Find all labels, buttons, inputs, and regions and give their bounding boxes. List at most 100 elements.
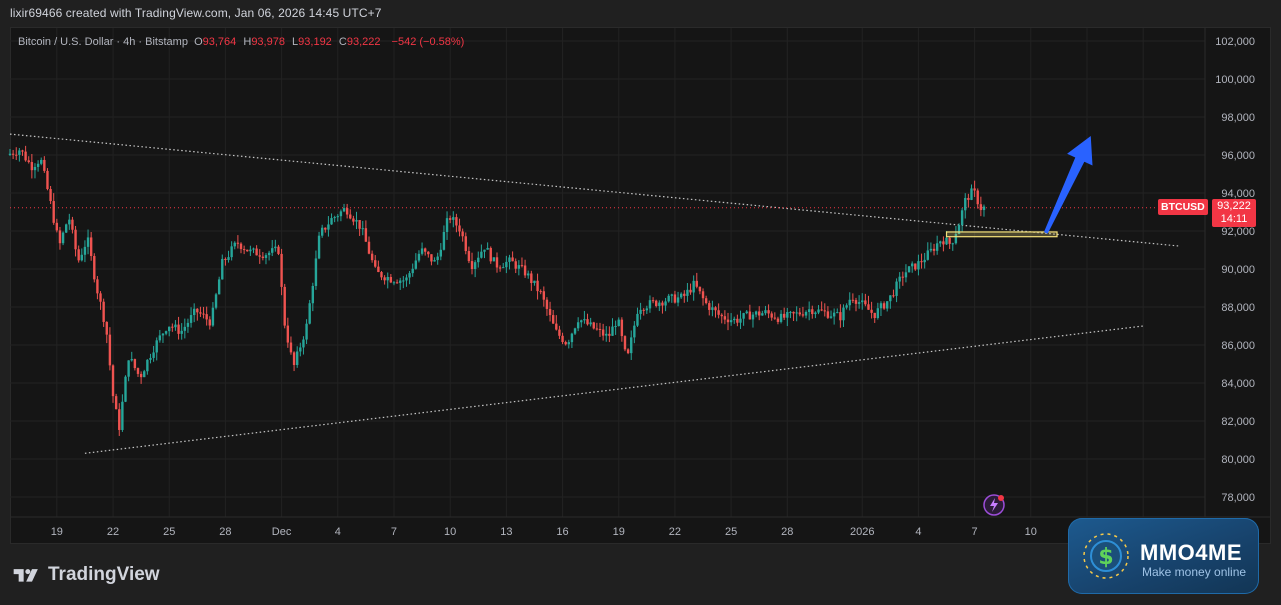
- candle-body: [839, 312, 842, 321]
- tradingview-logo[interactable]: TradingView: [12, 564, 160, 586]
- candle-body: [932, 248, 936, 251]
- candle-body: [124, 376, 127, 402]
- x-tick-label: 16: [556, 526, 568, 538]
- candle-body: [935, 243, 939, 251]
- candle-body: [383, 277, 386, 281]
- candle-body: [611, 326, 614, 336]
- candle-body: [754, 311, 758, 315]
- candle-body: [608, 333, 611, 336]
- candle-body: [486, 247, 489, 250]
- candle-body: [355, 220, 358, 222]
- candle-body: [311, 285, 315, 304]
- y-tick-label: 96,000: [1221, 150, 1255, 162]
- candle-body: [926, 250, 929, 260]
- candle-body: [976, 190, 979, 205]
- candle-body: [814, 312, 817, 315]
- candle-body: [436, 256, 439, 261]
- candle-body: [873, 312, 876, 319]
- bar-countdown: 14:11: [1220, 213, 1248, 225]
- candle-body: [514, 261, 517, 269]
- x-tick-label: 4: [915, 526, 921, 538]
- candle-body: [224, 258, 227, 261]
- candle-body: [358, 220, 361, 229]
- candle-body: [46, 170, 49, 190]
- candle-body: [168, 326, 171, 332]
- candle-body: [483, 249, 486, 252]
- candle-body: [68, 219, 71, 225]
- x-tick-label: 19: [613, 526, 625, 538]
- candle-body: [349, 214, 352, 219]
- candle-body: [183, 326, 187, 331]
- candle-body: [18, 150, 21, 155]
- high-value: 93,978: [251, 36, 285, 48]
- candle-body: [898, 276, 901, 282]
- candle-body: [289, 342, 293, 353]
- candle-body: [804, 311, 808, 316]
- price-chart[interactable]: 102,000100,00098,00096,00094,00092,00090…: [0, 0, 1281, 605]
- candle-body: [807, 309, 811, 312]
- candle-body: [467, 251, 471, 262]
- y-tick-label: 100,000: [1215, 74, 1255, 86]
- candle-body: [773, 317, 777, 319]
- candle-body: [111, 365, 115, 397]
- candle-body: [945, 237, 948, 245]
- candle-body: [361, 228, 364, 230]
- candle-body: [639, 309, 642, 314]
- svg-text:$: $: [1098, 545, 1113, 570]
- candle-body: [661, 302, 664, 306]
- candle-body: [36, 163, 40, 167]
- candle-body: [377, 266, 380, 273]
- candle-body: [174, 324, 177, 328]
- candle-body: [917, 261, 920, 270]
- candle-body: [573, 328, 577, 334]
- candle-body: [214, 294, 218, 308]
- candle-body: [177, 324, 180, 334]
- candle-body: [192, 308, 196, 316]
- candle-body: [692, 280, 695, 293]
- x-tick-label: 22: [669, 526, 681, 538]
- candle-body: [283, 286, 286, 326]
- candle-body: [630, 337, 633, 354]
- candle-body: [411, 268, 414, 274]
- candle-body: [302, 339, 305, 348]
- candle-body: [523, 265, 527, 276]
- candle-body: [495, 257, 499, 268]
- candle-body: [342, 208, 346, 212]
- x-tick-label: 2026: [850, 526, 874, 538]
- candle-body: [889, 295, 892, 302]
- bullish-arrow-icon: [1043, 135, 1093, 234]
- candle-body: [452, 217, 455, 220]
- candle-body: [99, 293, 102, 302]
- dollar-coin-icon: $: [1083, 533, 1129, 579]
- lightning-badge-icon[interactable]: [981, 492, 1007, 518]
- candle-body: [389, 277, 393, 283]
- candle-body: [152, 352, 155, 358]
- candle-body: [230, 246, 233, 258]
- trendline-upper: [9, 133, 1181, 247]
- y-tick-label: 98,000: [1221, 112, 1255, 124]
- candle-body: [161, 333, 165, 336]
- close-value: 93,222: [346, 36, 381, 48]
- candle-body: [548, 308, 552, 316]
- x-tick-label: 4: [335, 526, 341, 538]
- candle-body: [742, 313, 745, 319]
- candle-body: [895, 281, 898, 296]
- candle-body: [870, 309, 873, 313]
- candle-body: [208, 319, 211, 326]
- chart-legend: Bitcoin / U.S. Dollar · 4h · Bitstamp O9…: [18, 36, 464, 48]
- candle-body: [505, 261, 508, 268]
- candle-body: [508, 257, 511, 262]
- candle-body: [402, 280, 405, 282]
- candle-body: [102, 301, 105, 322]
- candle-body: [83, 246, 87, 255]
- candle-body: [979, 204, 983, 211]
- candle-body: [876, 308, 880, 319]
- candle-body: [336, 216, 339, 218]
- candle-body: [929, 248, 933, 251]
- candle-body: [345, 208, 349, 215]
- candle-body: [271, 248, 274, 253]
- candle-body: [30, 162, 34, 171]
- candle-body: [236, 242, 240, 244]
- candle-body: [249, 249, 252, 252]
- symbol-price-label: BTCUSD: [1158, 199, 1208, 215]
